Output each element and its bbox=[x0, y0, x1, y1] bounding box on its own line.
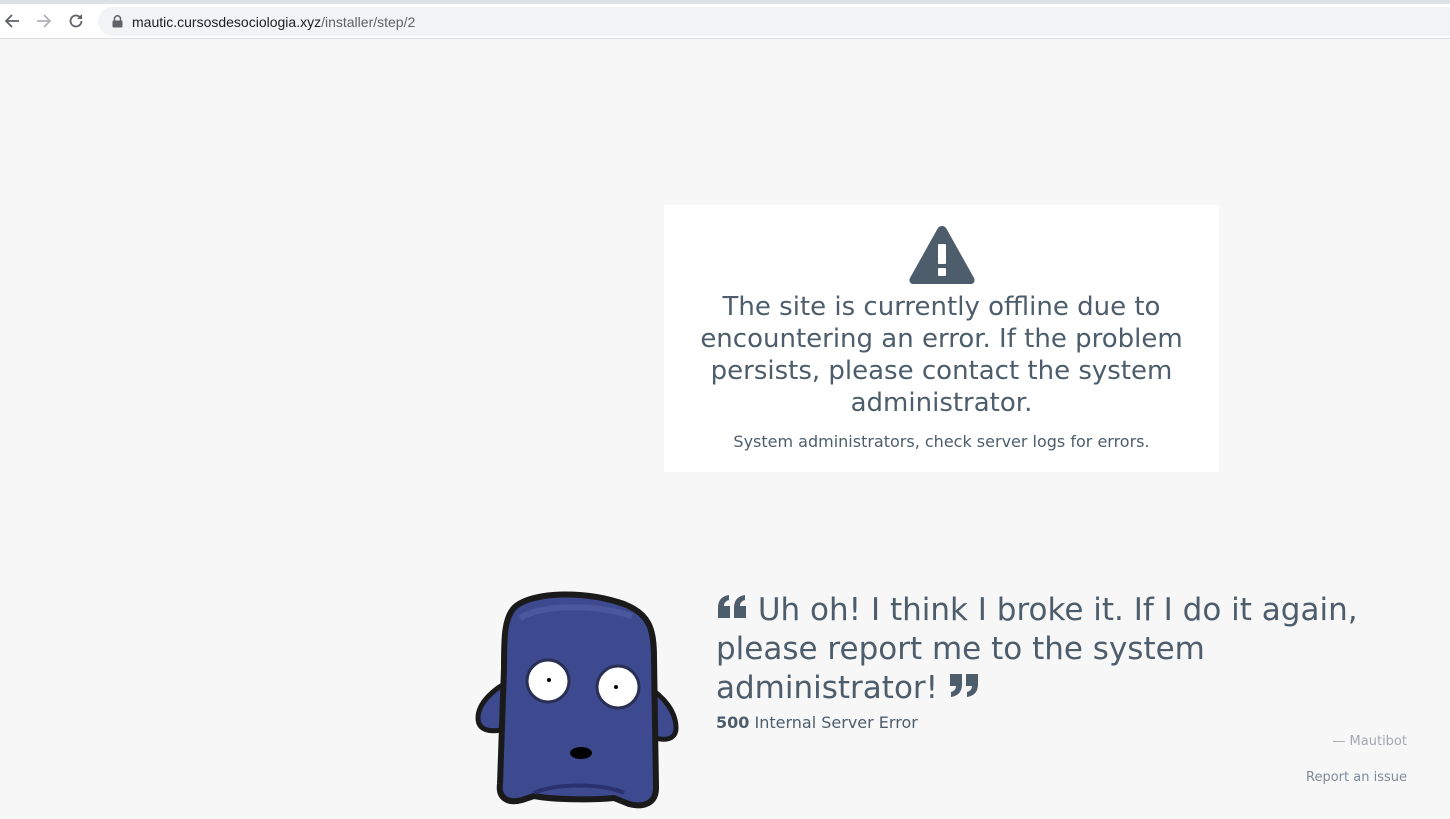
quote-text: Uh oh! I think I broke it. If I do it ag… bbox=[716, 592, 1358, 706]
url-host: mautic.cursosdesociologia.xyz bbox=[132, 13, 322, 30]
quote-attribution: — Mautibot bbox=[1332, 734, 1407, 749]
back-button[interactable] bbox=[1, 10, 23, 32]
reload-button[interactable] bbox=[65, 10, 87, 32]
warning-triangle-icon bbox=[909, 226, 975, 284]
error-message: The site is currently offline due to enc… bbox=[700, 292, 1183, 418]
address-bar[interactable]: mautic.cursosdesociologia.xyz/installer/… bbox=[98, 7, 1450, 36]
error-status: 500 Internal Server Error bbox=[716, 712, 918, 734]
error-text: Internal Server Error bbox=[754, 713, 918, 732]
quote-open-icon bbox=[718, 595, 746, 618]
browser-toolbar: mautic.cursosdesociologia.xyz/installer/… bbox=[0, 4, 1450, 39]
lock-icon bbox=[110, 15, 124, 29]
error-code: 500 bbox=[716, 713, 750, 732]
url-path: /installer/step/2 bbox=[321, 13, 416, 30]
mautibot-quote: Uh oh! I think I broke it. If I do it ag… bbox=[716, 591, 1396, 708]
arrow-left-icon bbox=[4, 14, 19, 28]
arrow-right-icon bbox=[37, 14, 52, 28]
reload-icon bbox=[69, 14, 83, 28]
error-card: The site is currently offline due to enc… bbox=[664, 205, 1219, 472]
forward-button[interactable] bbox=[33, 10, 55, 32]
quote-close-icon bbox=[949, 674, 978, 697]
error-sub-message: System administrators, check server logs… bbox=[733, 432, 1150, 451]
report-issue-link[interactable]: Report an issue bbox=[1306, 770, 1407, 786]
mautibot-image bbox=[475, 591, 679, 809]
